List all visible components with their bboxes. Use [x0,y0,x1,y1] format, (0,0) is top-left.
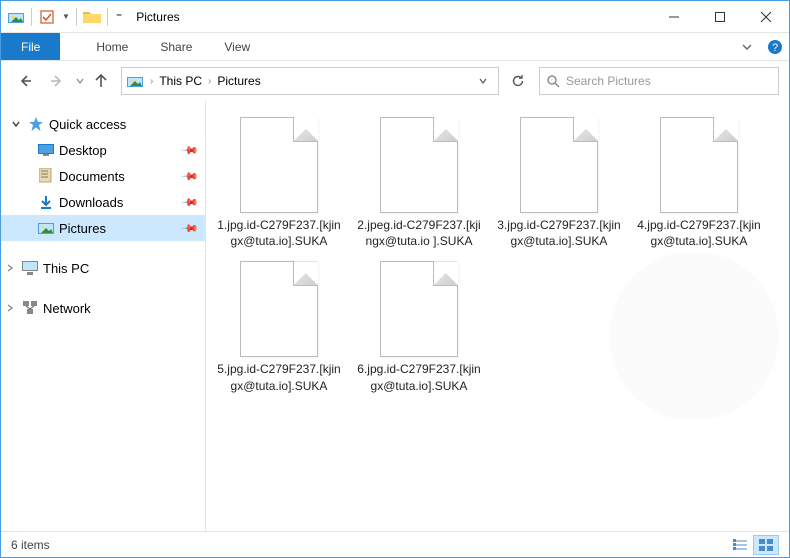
collapse-icon[interactable] [9,120,23,128]
network-label: Network [43,301,197,316]
chevron-right-icon[interactable]: › [146,76,157,87]
tab-view[interactable]: View [208,33,266,60]
sidebar-item-label: Documents [59,169,179,184]
pin-icon: 📌 [181,141,200,160]
svg-text:?: ? [772,42,778,54]
star-icon [27,115,45,133]
pin-icon: 📌 [181,219,200,238]
window-title: Pictures [136,10,179,24]
titlebar: ▼ ⁼ Pictures [1,1,789,33]
app-icon[interactable] [5,6,27,28]
breadcrumb[interactable]: › This PC › Pictures [121,67,499,95]
search-placeholder: Search Pictures [566,74,651,88]
sidebar-item-network[interactable]: Network [1,295,205,321]
file-item[interactable]: 2.jpeg.id-C279F237.[kjingx@tuta.io ].SUK… [356,117,482,249]
sidebar-item-desktop[interactable]: Desktop 📌 [1,137,205,163]
breadcrumb-part-this-pc[interactable]: This PC [159,74,202,88]
properties-icon[interactable] [36,6,58,28]
quick-access-toolbar: ▼ ⁼ [1,6,130,28]
view-toggle [727,535,779,555]
qa-customize-icon[interactable]: ⁼ [112,10,126,24]
navigation-pane[interactable]: Quick access Desktop 📌 Documents 📌 Downl… [1,101,206,533]
file-item[interactable]: 5.jpg.id-C279F237.[kjingx@tuta.io].SUKA [216,261,342,393]
back-button[interactable] [11,67,39,95]
close-button[interactable] [743,2,789,32]
network-icon [21,299,39,317]
up-button[interactable] [89,69,113,93]
search-icon [546,74,560,88]
folder-icon[interactable] [81,6,103,28]
sidebar-item-this-pc[interactable]: This PC [1,255,205,281]
file-item[interactable]: 3.jpg.id-C279F237.[kjingx@tuta.io].SUKA [496,117,622,249]
expand-icon[interactable] [3,304,17,312]
file-name: 4.jpg.id-C279F237.[kjingx@tuta.io].SUKA [636,217,762,249]
details-view-button[interactable] [727,535,753,555]
file-icon [660,117,738,213]
pictures-icon [37,219,55,237]
file-name: 3.jpg.id-C279F237.[kjingx@tuta.io].SUKA [496,217,622,249]
expand-ribbon-icon[interactable] [733,33,761,60]
sidebar-item-downloads[interactable]: Downloads 📌 [1,189,205,215]
file-item[interactable]: 6.jpg.id-C279F237.[kjingx@tuta.io].SUKA [356,261,482,393]
file-icon [380,117,458,213]
sidebar-item-documents[interactable]: Documents 📌 [1,163,205,189]
downloads-icon [37,193,55,211]
chevron-right-icon[interactable]: › [204,76,215,87]
tab-share[interactable]: Share [144,33,208,60]
forward-button[interactable] [43,67,71,95]
pin-icon: 📌 [181,167,200,186]
documents-icon [37,167,55,185]
help-icon[interactable]: ? [761,33,789,60]
file-icon [380,261,458,357]
this-pc-icon [21,259,39,277]
desktop-icon [37,141,55,159]
file-icon [520,117,598,213]
file-item[interactable]: 4.jpg.id-C279F237.[kjingx@tuta.io].SUKA [636,117,762,249]
file-icon [240,261,318,357]
search-input[interactable]: Search Pictures [539,67,779,95]
item-count: 6 items [11,538,50,552]
file-name: 2.jpeg.id-C279F237.[kjingx@tuta.io ].SUK… [356,217,482,249]
ribbon-tabs: File Home Share View ? [1,33,789,61]
breadcrumb-dropdown-icon[interactable] [472,76,494,86]
navigation-bar: › This PC › Pictures Search Pictures [1,61,789,101]
separator [107,8,108,26]
file-name: 6.jpg.id-C279F237.[kjingx@tuta.io].SUKA [356,361,482,393]
maximize-button[interactable] [697,2,743,32]
minimize-button[interactable] [651,2,697,32]
tab-home[interactable]: Home [80,33,144,60]
file-item[interactable]: 1.jpg.id-C279F237.[kjingx@tuta.io].SUKA [216,117,342,249]
icons-view-button[interactable] [753,535,779,555]
status-bar: 6 items [1,531,789,557]
main-area: Quick access Desktop 📌 Documents 📌 Downl… [1,101,789,533]
separator [31,8,32,26]
recent-dropdown-icon[interactable] [75,76,85,86]
qa-dropdown-icon[interactable]: ▼ [60,12,72,21]
refresh-button[interactable] [507,67,535,95]
quick-access-label: Quick access [49,117,197,132]
sidebar-item-quick-access[interactable]: Quick access [1,111,205,137]
window-controls [651,2,789,32]
pictures-icon [126,72,144,90]
file-name: 5.jpg.id-C279F237.[kjingx@tuta.io].SUKA [216,361,342,393]
separator [76,8,77,26]
file-name: 1.jpg.id-C279F237.[kjingx@tuta.io].SUKA [216,217,342,249]
expand-icon[interactable] [3,264,17,272]
breadcrumb-part-pictures[interactable]: Pictures [217,74,260,88]
file-list[interactable]: 1.jpg.id-C279F237.[kjingx@tuta.io].SUKA … [206,101,789,533]
file-icon [240,117,318,213]
sidebar-item-pictures[interactable]: Pictures 📌 [1,215,205,241]
sidebar-item-label: Downloads [59,195,179,210]
sidebar-item-label: Pictures [59,221,179,236]
pin-icon: 📌 [181,193,200,212]
sidebar-item-label: Desktop [59,143,179,158]
tab-file[interactable]: File [1,33,60,60]
this-pc-label: This PC [43,261,197,276]
